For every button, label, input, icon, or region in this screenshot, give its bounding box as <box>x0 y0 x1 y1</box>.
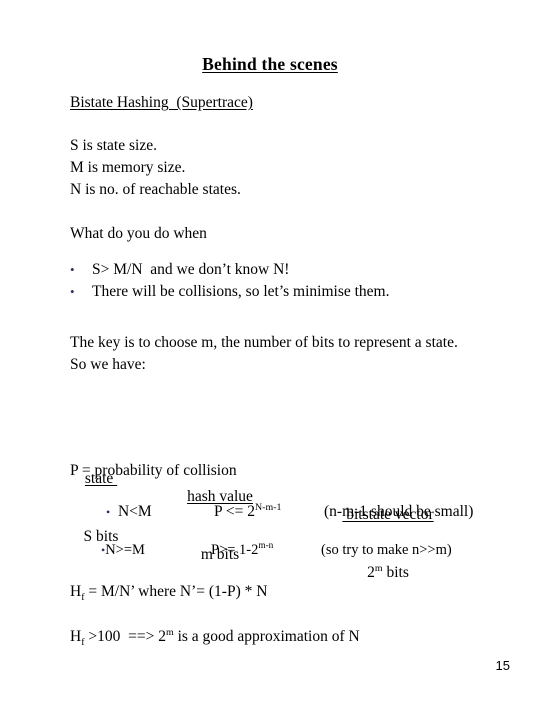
bitstate-tail: bits <box>382 564 409 581</box>
case-2-note: (so try to make n>>m) <box>321 542 452 558</box>
bullet-item-2: • There will be collisions, so let’s mini… <box>70 283 389 301</box>
key-paragraph-line-1: The key is to choose m, the number of bi… <box>70 334 458 351</box>
case-2-formula: P>= 1-2m-n <box>211 542 321 559</box>
table-cell-bitstate-bits: 2m bits <box>318 562 458 582</box>
case-1-formula: P <= 2N-m-1 <box>214 501 324 521</box>
definition-line-reachable-states: N is no. of reachable states. <box>70 181 241 198</box>
definition-line-state-size: S is state size. <box>70 137 157 154</box>
case-1-condition: N<M <box>117 503 152 520</box>
case-row-1: • N<M P <= 2N-m-1 (n-m-1 should be small) <box>106 501 474 521</box>
page-title-text: Behind the scenes <box>202 54 338 74</box>
key-paragraph-line-2: So we have: <box>70 356 146 373</box>
hf2-lead: H <box>70 628 82 645</box>
hf1-rest: = M/N’ where N’= (1-P) * N <box>84 583 268 600</box>
section-heading: Bistate Hashing (Supertrace) <box>70 94 253 112</box>
page-title: Behind the scenes <box>0 54 540 75</box>
hash-factor-formula-1: Hf = M/N’ where N’= (1-P) * N <box>70 583 268 603</box>
question-line: What do you do when <box>70 225 207 242</box>
case-2-formula-exponent: m-n <box>258 541 274 552</box>
probability-definition: P = probability of collision <box>70 462 237 479</box>
case-2-condition-cell: •N>=M <box>101 542 211 559</box>
bullet-item-2-label: There will be collisions, so let’s minim… <box>92 283 390 300</box>
hf2-rest-b: is a good approximation of N <box>173 628 360 645</box>
bullet-dot-icon: • <box>106 505 111 519</box>
case-row-2: •N>=M P>= 1-2m-n (so try to make n>>m) <box>101 542 452 559</box>
slide-canvas: Behind the scenes Bistate Hashing (Super… <box>0 0 540 720</box>
hash-factor-formula-2: Hf >100 ==> 2m is a good approximation o… <box>70 626 360 647</box>
section-heading-text: Bistate Hashing (Supertrace) <box>70 94 253 111</box>
hf1-lead: H <box>70 583 82 600</box>
hf2-rest-a: >100 ==> 2 <box>84 628 166 645</box>
bitstate-exponent: m <box>374 562 383 574</box>
definition-line-memory-size: M is memory size. <box>70 159 186 176</box>
hf2-exponent: m <box>165 626 174 638</box>
case-1-note: (n-m-1 should be small) <box>324 503 474 520</box>
case-1-formula-exponent: N-m-1 <box>255 501 282 513</box>
bitstate-base: 2 <box>367 564 375 581</box>
bullet-dot-icon: • <box>70 284 75 299</box>
bullet-item-1-label: S> M/N and we don’t know N! <box>92 261 290 278</box>
bullet-item-1: • S> M/N and we don’t know N! <box>70 261 289 279</box>
page-number: 15 <box>495 658 510 673</box>
case-2-condition: N>=M <box>105 542 145 558</box>
case-1-condition-cell: • N<M <box>106 503 214 521</box>
case-2-formula-base: P>= 1-2 <box>211 542 259 558</box>
case-1-formula-base: P <= 2 <box>214 503 256 520</box>
bullet-dot-icon: • <box>70 262 75 277</box>
